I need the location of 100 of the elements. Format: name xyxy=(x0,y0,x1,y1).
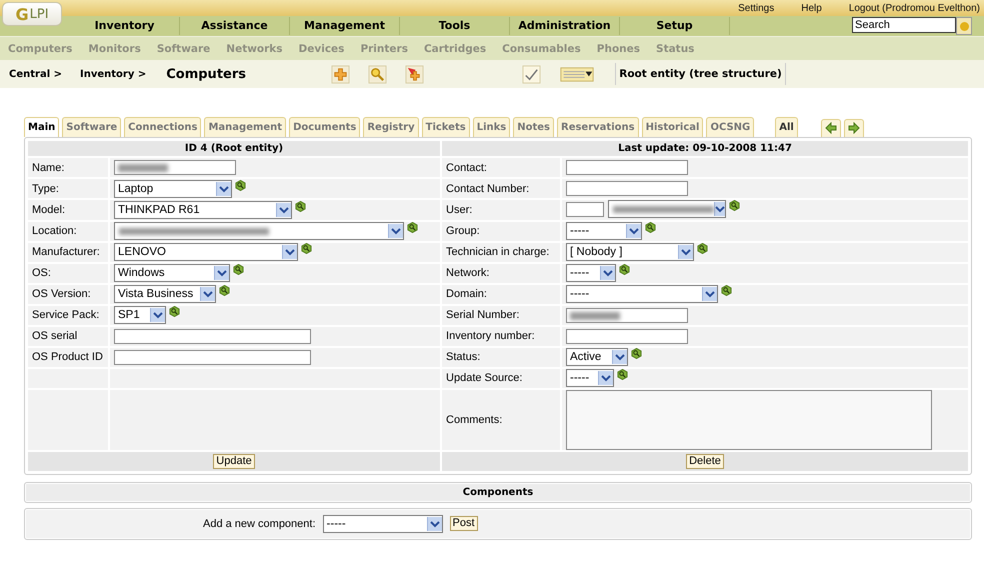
search-icon[interactable] xyxy=(235,180,246,190)
menu-item[interactable]: Administration xyxy=(510,17,620,35)
tab[interactable]: Reservations xyxy=(557,117,639,137)
text-field[interactable] xyxy=(566,181,688,196)
search-icon[interactable] xyxy=(295,200,306,212)
delete-button[interactable]: Delete xyxy=(686,454,724,468)
add-icon[interactable] xyxy=(331,64,350,84)
search-icon[interactable] xyxy=(721,285,732,296)
tab[interactable]: Historical xyxy=(642,117,704,137)
tab[interactable]: Tickets xyxy=(422,117,470,137)
field-label: Manufacturer: xyxy=(32,246,100,258)
text-field[interactable] xyxy=(114,160,236,175)
field-label: Model: xyxy=(32,204,66,216)
caret-icon xyxy=(629,227,640,235)
menu-item[interactable]: Management xyxy=(290,17,400,35)
text-field[interactable] xyxy=(114,328,311,344)
search-icon[interactable] xyxy=(301,243,312,254)
tab[interactable]: Documents xyxy=(289,117,360,137)
field-label: Serial Number: xyxy=(446,309,520,321)
search-icon[interactable] xyxy=(617,369,628,380)
search-icon[interactable] xyxy=(407,222,418,233)
dropdown[interactable]: THINKPAD R61 xyxy=(114,200,292,219)
text-field[interactable] xyxy=(566,202,604,216)
tab[interactable]: Software xyxy=(62,117,122,137)
field-label: OS Product ID xyxy=(32,351,103,363)
update-button[interactable]: Update xyxy=(213,454,255,468)
dropdown[interactable] xyxy=(608,200,726,218)
dropdown[interactable]: SP1 xyxy=(114,306,166,324)
caret-icon xyxy=(681,248,692,256)
top-link[interactable]: Settings xyxy=(738,2,774,14)
menu-item[interactable]: Setup xyxy=(620,17,730,35)
field-label: OS: xyxy=(32,267,51,279)
list-dropdown-icon[interactable] xyxy=(559,64,596,84)
tab[interactable]: Connections xyxy=(124,117,202,137)
search-icon[interactable] xyxy=(619,264,630,275)
search-icon[interactable] xyxy=(233,264,244,275)
field-label: User: xyxy=(446,204,472,216)
dropdown[interactable]: Active xyxy=(566,348,628,366)
dropdown[interactable]: ----- xyxy=(322,514,443,532)
field-label: Inventory number: xyxy=(446,330,535,342)
top-link[interactable]: Help xyxy=(801,2,822,14)
field-label: Add a new component: xyxy=(203,518,316,530)
dropdown[interactable]: Windows xyxy=(114,264,230,282)
caret-icon xyxy=(601,374,612,382)
dropdown[interactable]: ----- xyxy=(566,222,642,240)
next-button[interactable] xyxy=(844,119,864,137)
breadcrumb-link[interactable]: Central > xyxy=(9,68,62,80)
caret-icon xyxy=(219,184,229,192)
menu-item[interactable]: Assistance xyxy=(180,17,290,35)
field-label: Technician in charge: xyxy=(446,246,550,258)
menu-item[interactable]: Inventory xyxy=(70,17,180,35)
search-icon[interactable] xyxy=(631,348,642,359)
menu-item[interactable]: Tools xyxy=(400,17,510,35)
text-field[interactable] xyxy=(566,328,688,344)
caret-icon xyxy=(430,520,440,528)
search-icon[interactable] xyxy=(169,306,180,317)
section-header: ID 4 (Root entity) xyxy=(28,141,440,156)
field-label: Service Pack: xyxy=(32,309,100,321)
search-icon[interactable] xyxy=(697,243,708,254)
text-field[interactable] xyxy=(566,308,688,322)
dropdown[interactable]: Laptop xyxy=(114,180,232,198)
search-icon[interactable] xyxy=(219,285,230,296)
field-label: Contact Number: xyxy=(446,182,530,194)
field-label: OS serial xyxy=(32,330,78,342)
dropdown[interactable]: ----- xyxy=(566,264,616,282)
tab[interactable]: Registry xyxy=(363,117,419,137)
search-icon[interactable] xyxy=(729,200,740,211)
caret-icon xyxy=(603,269,614,277)
tab[interactable]: Links xyxy=(472,117,510,137)
logo[interactable]: G LPI xyxy=(2,2,62,26)
checkmark-icon[interactable] xyxy=(522,64,542,84)
caret-icon xyxy=(217,269,227,277)
breadcrumb-link[interactable]: Inventory > xyxy=(80,68,146,80)
tab[interactable]: All xyxy=(775,117,798,137)
tab[interactable]: Main xyxy=(24,117,60,137)
top-link[interactable]: Logout (Prodromou Evelthon) xyxy=(848,2,980,14)
dropdown[interactable] xyxy=(114,222,404,240)
caret-icon xyxy=(153,311,163,319)
text-field[interactable] xyxy=(566,160,688,175)
dropdown[interactable]: ----- xyxy=(566,285,718,303)
field-label: Group: xyxy=(446,225,480,237)
field-label: Contact: xyxy=(446,162,487,174)
dropdown[interactable]: LENOVO xyxy=(114,243,298,261)
caret-icon xyxy=(705,290,716,298)
tab[interactable]: Management xyxy=(204,117,286,137)
search-field[interactable]: Search xyxy=(852,17,956,33)
dropdown[interactable]: Vista Business xyxy=(114,285,216,303)
template-add-icon[interactable] xyxy=(405,64,424,84)
field-label: Name: xyxy=(32,162,64,174)
dropdown[interactable]: [ Nobody ] xyxy=(566,243,694,261)
post-button[interactable]: Post xyxy=(450,516,478,531)
field-label: OS Version: xyxy=(32,288,91,300)
tab[interactable]: OCSNG xyxy=(706,117,754,137)
dropdown[interactable]: ----- xyxy=(566,369,614,387)
tab[interactable]: Notes xyxy=(513,117,554,137)
section-header: Last update: 09-10-2008 11:47 xyxy=(442,141,968,156)
previous-button[interactable] xyxy=(820,119,841,137)
search-icon[interactable] xyxy=(645,222,656,233)
text-field[interactable] xyxy=(114,350,311,364)
comments-field[interactable] xyxy=(566,390,932,450)
